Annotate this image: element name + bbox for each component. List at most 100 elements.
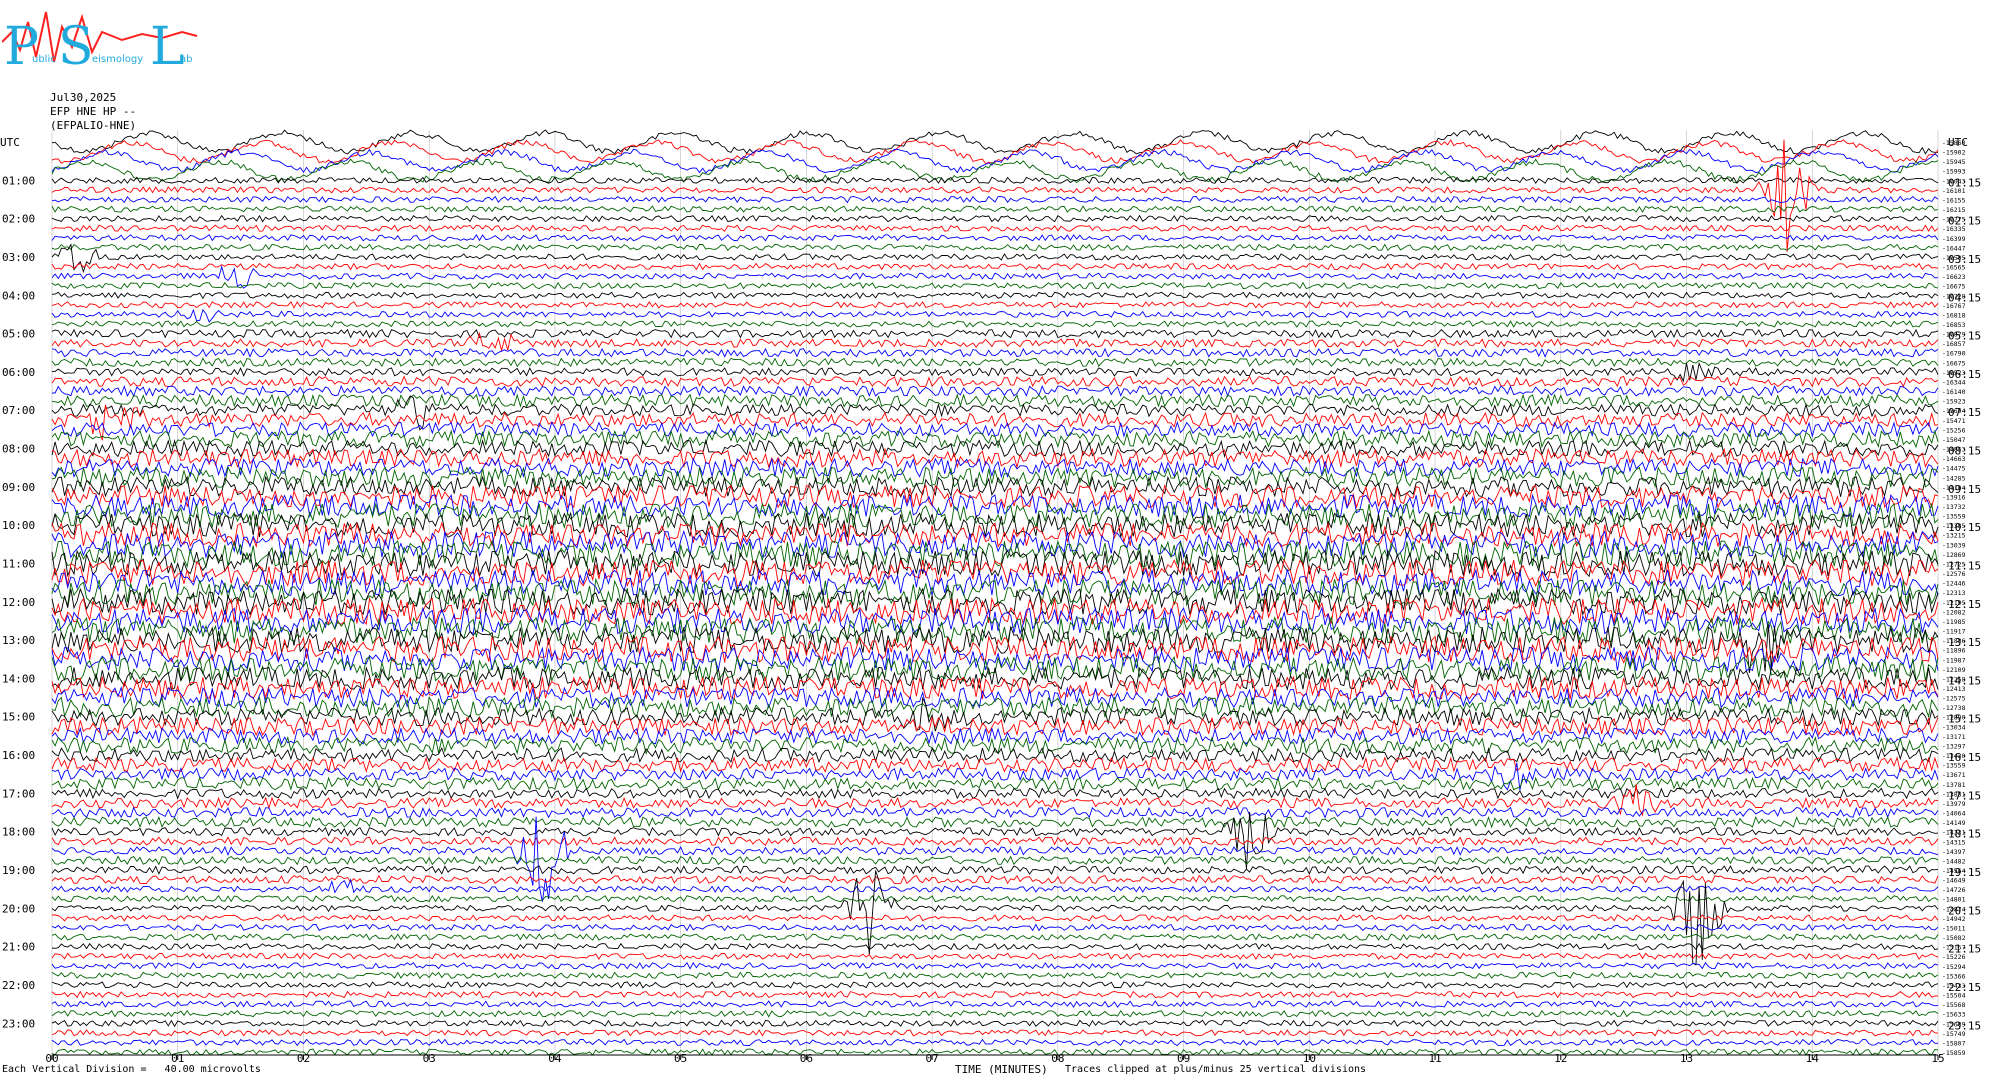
- left-hour-label: 03:00: [2, 251, 35, 264]
- trace-line: [51, 855, 1939, 866]
- trace-offset-label: -16505: [1942, 254, 1966, 262]
- trace-line: [51, 865, 1939, 875]
- trace-line: [51, 961, 1939, 970]
- left-hour-label: 08:00: [2, 443, 35, 456]
- left-hour-label: 06:00: [2, 366, 35, 379]
- trace-offset-label: -15294: [1942, 963, 1966, 971]
- left-hour-label: 15:00: [2, 711, 35, 724]
- trace-offset-label: -14315: [1942, 838, 1966, 846]
- trace-line: [51, 347, 1939, 358]
- trace-offset-label: -16879: [1942, 331, 1966, 339]
- trace-line: [51, 447, 1939, 469]
- trace-offset-label: -15011: [1942, 924, 1966, 932]
- trace-line: [51, 1048, 1939, 1056]
- trace-offset-label: -15226: [1942, 953, 1966, 961]
- trace-offset-label: -12082: [1942, 608, 1966, 616]
- x-tick-label: 12: [1554, 1052, 1567, 1065]
- trace-line: [51, 243, 1939, 252]
- x-tick-label: 05: [674, 1052, 687, 1065]
- trace-offset-label: -15082: [1942, 934, 1966, 942]
- trace-line: [51, 214, 1939, 223]
- trace-offset-label: -13034: [1942, 723, 1966, 731]
- left-hour-label: 18:00: [2, 826, 35, 839]
- x-axis-label: TIME (MINUTES): [955, 1063, 1048, 1076]
- trace-line: [51, 291, 1939, 300]
- x-tick-label: 07: [926, 1052, 939, 1065]
- left-hour-label: 19:00: [2, 864, 35, 877]
- trace-offset-label: -16565: [1942, 264, 1966, 272]
- seismic-traces: [51, 129, 1939, 1056]
- trace-offset-label: -16853: [1942, 321, 1966, 329]
- trace-offset-label: -16101: [1942, 187, 1966, 195]
- trace-offset-label: -14726: [1942, 886, 1966, 894]
- logo-graphic: P S L ublic eismology ab: [1, 11, 198, 77]
- x-tick-label: 08: [1051, 1052, 1064, 1065]
- trace-offset-label: -13039: [1942, 541, 1966, 549]
- left-hour-label: 16:00: [2, 749, 35, 762]
- trace-line: [51, 815, 1939, 829]
- trace-offset-label: -13979: [1942, 800, 1966, 808]
- trace-offset-label: -16335: [1942, 225, 1966, 233]
- trace-offset-label: -14064: [1942, 810, 1966, 818]
- trace-offset-label: -15923: [1942, 398, 1966, 406]
- trace-offset-label: -15945: [1942, 158, 1966, 166]
- trace-offset-label: -13732: [1942, 503, 1966, 511]
- utc-right-label: UTC: [1948, 136, 1968, 149]
- trace-line: [51, 715, 1939, 737]
- trace-line: [51, 265, 1939, 289]
- left-hour-label: 07:00: [2, 404, 35, 417]
- header-station: EFP HNE HP --: [50, 105, 137, 118]
- trace-offset-label: -12413: [1942, 685, 1966, 693]
- trace-offset-label: -14649: [1942, 877, 1966, 885]
- trace-offset-label: -16043: [1942, 177, 1966, 185]
- trace-line: [51, 776, 1939, 791]
- left-hour-label: 14:00: [2, 672, 35, 685]
- trace-offset-label: -15047: [1942, 436, 1966, 444]
- trace-offset-label: -15256: [1942, 426, 1966, 434]
- trace-line: [51, 1029, 1939, 1037]
- left-hour-label: 09:00: [2, 481, 35, 494]
- trace-line: [51, 942, 1939, 951]
- trace-offset-label: -16140: [1942, 388, 1966, 396]
- x-tick-label: 03: [423, 1052, 436, 1065]
- left-hour-label: 23:00: [2, 1017, 35, 1030]
- trace-offset-label: -16790: [1942, 350, 1966, 358]
- trace-offset-label: -14564: [1942, 867, 1966, 875]
- trace-line: [51, 762, 1939, 791]
- trace-offset-label: -15859: [1942, 1049, 1966, 1057]
- utc-left-label: UTC: [0, 136, 20, 149]
- trace-offset-label: -16344: [1942, 378, 1966, 386]
- trace-offset-label: -16399: [1942, 235, 1966, 243]
- trace-offset-label: -13916: [1942, 493, 1966, 501]
- trace-line: [51, 1009, 1939, 1018]
- trace-offset-label: -15993: [1942, 168, 1966, 176]
- trace-offset-label: -12313: [1942, 589, 1966, 597]
- trace-line: [51, 971, 1939, 980]
- x-tick-label: 04: [548, 1052, 562, 1065]
- left-hour-label: 22:00: [2, 979, 35, 992]
- trace-offset-label: -12258: [1942, 675, 1966, 683]
- trace-offset-label: -14853: [1942, 446, 1966, 454]
- x-tick-label: 11: [1428, 1052, 1441, 1065]
- right-offset-values: -15860-15902-15945-15993-16043-16101-161…: [1942, 139, 1966, 1057]
- trace-offset-label: -11987: [1942, 656, 1966, 664]
- trace-offset-label: -14104: [1942, 484, 1966, 492]
- trace-offset-label: -16857: [1942, 340, 1966, 348]
- left-hour-label: 01:00: [2, 174, 35, 187]
- x-tick-label: 13: [1680, 1052, 1693, 1065]
- left-hour-label: 04:00: [2, 289, 35, 302]
- trace-line: [51, 836, 1939, 847]
- trace-offset-label: -15689: [1942, 1020, 1966, 1028]
- trace-line: [51, 357, 1939, 368]
- trace-line: [51, 300, 1939, 309]
- trace-line: [51, 894, 1939, 903]
- trace-offset-label: -14285: [1942, 474, 1966, 482]
- trace-line: [51, 429, 1939, 449]
- trace-offset-label: -15568: [1942, 1001, 1966, 1009]
- trace-offset-label: -16215: [1942, 206, 1966, 214]
- trace-line: [51, 393, 1939, 408]
- trace-line: [51, 811, 1939, 870]
- trace-offset-label: -13171: [1942, 733, 1966, 741]
- trace-line: [51, 675, 1939, 701]
- trace-line: [51, 262, 1939, 271]
